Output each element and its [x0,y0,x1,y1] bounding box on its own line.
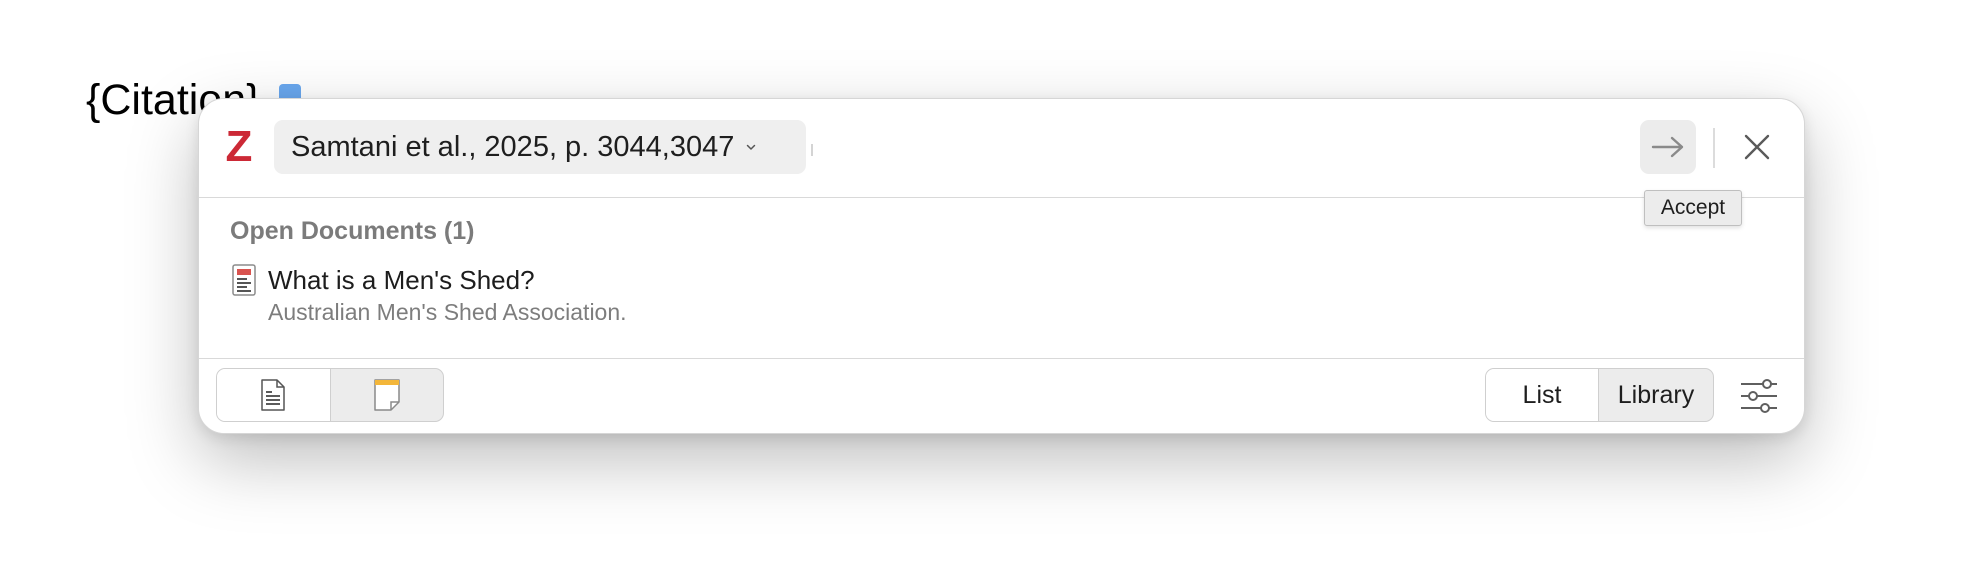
citation-bubble-label: Samtani et al., 2025, p. 3044,3047 [291,130,735,163]
close-button[interactable] [1732,123,1782,171]
dialog-footer: List Library [199,358,1804,433]
view-switcher: List Library [1485,368,1714,422]
header-divider [1713,128,1715,168]
dialog-header: Z Samtani et al., 2025, p. 3044,3047 [199,99,1804,198]
sliders-icon[interactable] [1737,376,1781,416]
close-icon [1744,134,1770,160]
library-view-button[interactable]: Library [1599,369,1713,421]
note-mode-button[interactable] [331,369,444,421]
citation-dialog-body: Z Samtani et al., 2025, p. 3044,3047 Ope… [199,99,1804,433]
list-view-button[interactable]: List [1486,369,1599,421]
list-item[interactable]: What is a Men's Shed? Australian Men's S… [229,259,1729,331]
search-input-caret[interactable] [811,144,813,156]
accept-button[interactable] [1640,120,1696,174]
page: {Citation} Z Samtani et al., 2025, p. 30… [0,0,1972,576]
document-icon [232,264,256,296]
mode-switcher [216,368,444,422]
citation-mode-button[interactable] [217,369,331,421]
citation-bubble[interactable]: Samtani et al., 2025, p. 3044,3047 [274,120,806,174]
open-documents-header: Open Documents (1) [230,217,475,245]
citation-dialog: Z Samtani et al., 2025, p. 3044,3047 Ope… [198,98,1805,434]
document-lines-icon [261,379,285,411]
note-icon [374,379,400,411]
arrow-right-icon [1651,136,1684,158]
item-subtitle: Australian Men's Shed Association. [268,299,627,325]
chevron-down-icon[interactable] [746,142,756,152]
accept-tooltip: Accept [1644,190,1742,226]
item-title: What is a Men's Shed? [268,265,535,295]
zotero-logo-icon: Z [225,122,253,171]
